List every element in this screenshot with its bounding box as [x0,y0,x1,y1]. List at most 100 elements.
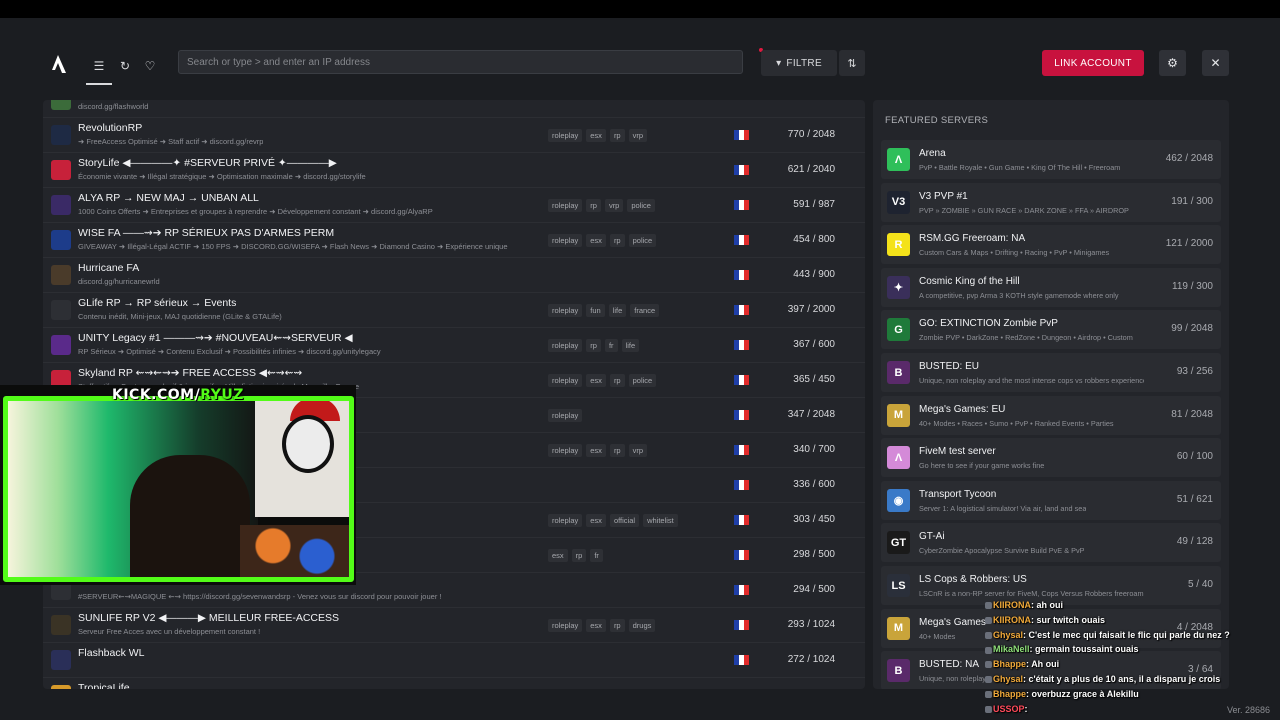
server-name: Hurricane FA [78,262,140,274]
featured-server-row[interactable]: Λ FiveM test server Go here to see if your… [881,438,1221,478]
settings-button[interactable]: ⚙ [1159,50,1186,76]
sort-button[interactable]: ⇅ [839,50,865,76]
featured-server-row[interactable]: R RSM.GG Freeroam: NA Custom Cars & Maps •… [881,225,1221,265]
server-row[interactable]: Flashback WL 272 / 1024 [43,643,865,678]
server-row[interactable]: discord.gg/flashworld [43,100,865,118]
server-tag: roleplay [548,444,583,457]
featured-server-row[interactable]: ◉ Transport Tycoon Server 1: A logistical … [881,480,1221,520]
chat-username: Ghysal [993,673,1024,684]
server-icon [51,265,71,285]
search-field[interactable] [178,50,743,74]
featured-server-row[interactable]: Λ Arena PvP • Battle Royale • Gun Game • K… [881,140,1221,179]
featured-server-icon: M [887,403,910,427]
list-icon[interactable]: ☰ [86,56,112,85]
link-account-button[interactable]: LINK ACCOUNT [1042,50,1144,76]
featured-server-row[interactable]: V3 V3 PVP #1 PVP » ZOMBIE » GUN RACE » DAR… [881,182,1221,222]
server-row[interactable]: WISE FA ——⇝➔ RP SÉRIEUX PAS D'ARMES PERM… [43,223,865,258]
server-tags: roleplay esx official whitelist [548,514,678,527]
kick-prefix: KICK.COM/ [112,387,201,403]
featured-server-description: Unique, non roleplay [919,674,986,684]
server-row[interactable]: TropicaLiferpchormefr271 / 350 [43,678,865,689]
server-tag: fr [604,339,618,352]
server-tag: rp [609,444,625,457]
funnel-icon: ▾ [776,57,782,69]
close-button[interactable]: ✕ [1202,50,1229,76]
server-tag: roleplay [548,514,583,527]
featured-server-icon: ◉ [887,488,910,512]
featured-server-players: 121 / 2000 [1165,238,1213,250]
server-row[interactable]: RevolutionRP ➜ FreeAccess Optimisé ➜ Staf… [43,118,865,153]
featured-server-description: 40+ Modes [919,631,956,641]
server-icon [51,230,71,250]
server-row[interactable]: SUNLIFE RP V2 ◀———▶ MEILLEUR FREE-ACCESS… [43,608,865,643]
featured-server-icon: B [887,361,910,384]
server-icon [51,125,71,145]
featured-server-name: FiveM test server [919,446,996,458]
server-description: ➜ FreeAccess Optimisé ➜ Staff actif ➜ di… [78,137,264,146]
server-tag: esx [586,514,606,527]
featured-server-row[interactable]: G GO: EXTINCTION Zombie PvP Zombie PVP • D… [881,310,1221,350]
chat-badge-icon [985,661,992,669]
france-flag-icon [734,270,749,280]
server-name: TropicaLife [78,682,130,689]
server-description: Économie vivante ➜ Illégal stratégique ➜… [78,172,366,181]
server-description: discord.gg/flashworld [78,102,149,111]
featured-server-description: Unique, non roleplay and the most intens… [919,376,1144,385]
server-row[interactable]: ALYA RP → NEW MAJ → UNBAN ALL 1000 Coins … [43,188,865,223]
server-tags: roleplay esx rp police [548,374,657,387]
history-icon[interactable]: ↻ [115,56,135,76]
featured-server-row[interactable]: M Mega's Games: EU 40+ Modes • Races • Sum… [881,395,1221,435]
france-flag-icon [734,515,749,525]
server-tag: life [621,339,640,352]
filter-button[interactable]: ▾ FILTRE [761,50,837,76]
featured-server-description: Go here to see if your game works fine [919,461,1045,471]
featured-server-row[interactable]: ✦ Cosmic King of the Hill A competitive, p… [881,267,1221,307]
server-tag: roleplay [548,374,583,387]
server-tag: rp [609,374,625,387]
featured-server-description: 40+ Modes • Races • Sumo • PvP • Ranked … [919,418,1114,428]
server-row[interactable]: Hurricane FA discord.gg/hurricanewrld 443 … [43,258,865,293]
server-icon [51,300,71,320]
server-tags: roleplay esx rp vrp [548,129,648,142]
featured-server-row[interactable]: GT GT-Ai CyberZombie Apocalypse Survive Bu… [881,523,1221,563]
app-logo[interactable] [50,55,66,73]
server-tag: roleplay [548,304,583,317]
chat-message: Ghysal: c'était y a plus de 10 ans, il a… [985,672,1280,687]
chat-username: Bhappe [993,688,1027,699]
server-description: #SERVEUR⇜⇝MAGIQUE ⇜⇝ https://discord.gg/… [78,592,442,601]
server-tag: roleplay [548,619,583,632]
server-players: 272 / 1024 [787,654,835,665]
chat-message: Ghysal: C'est le mec qui faisait le flic… [985,628,1280,643]
france-flag-icon [734,375,749,385]
featured-server-name: Mega's Games [919,616,986,628]
server-row[interactable]: StoryLife ◀————✦ #SERVEUR PRIVÉ ✦————▶ Éc… [43,153,865,188]
kick-channel-label: KICK.COM/RYUZ [112,387,244,403]
featured-server-players: 5 / 40 [1187,579,1213,590]
server-players: 298 / 500 [793,549,835,560]
featured-server-name: Transport Tycoon [919,488,997,500]
chat-badge-icon [985,616,992,624]
server-players: 336 / 600 [793,479,835,490]
chat-message: Bhappe: Ah oui [985,657,1280,672]
server-name: GLife RP → RP sérieux → Events [78,297,237,309]
server-players: 340 / 700 [793,444,835,455]
featured-server-icon: LS [887,574,910,597]
server-tag: roleplay [548,199,583,212]
featured-title: FEATURED SERVERS [885,115,989,126]
server-name: RevolutionRP [78,122,143,134]
close-icon: ✕ [1210,56,1221,70]
server-description: 1000 Coins Offerts ➜ Entreprises et grou… [78,207,433,216]
server-tag: roleplay [548,129,583,142]
server-row[interactable]: UNITY Legacy #1 ———⇝➔ #NOUVEAU⇜⇝SERVEUR … [43,328,865,363]
featured-server-row[interactable]: B BUSTED: EU Unique, non roleplay and the … [881,353,1221,392]
server-row[interactable]: GLife RP → RP sérieux → Events Contenu in… [43,293,865,328]
server-tag: vrp [628,129,648,142]
france-flag-icon [734,235,749,245]
heart-icon[interactable]: ♡ [140,56,160,76]
chat-text: C'est le mec qui faisait le flic qui par… [1028,629,1230,640]
webcam-overlay: KICK.COM/RYUZ [0,385,356,585]
server-tag: esx [586,234,606,247]
server-description: Serveur Free Acces avec un développement… [78,627,261,636]
server-tag: police [628,374,657,387]
search-input[interactable] [179,51,742,73]
